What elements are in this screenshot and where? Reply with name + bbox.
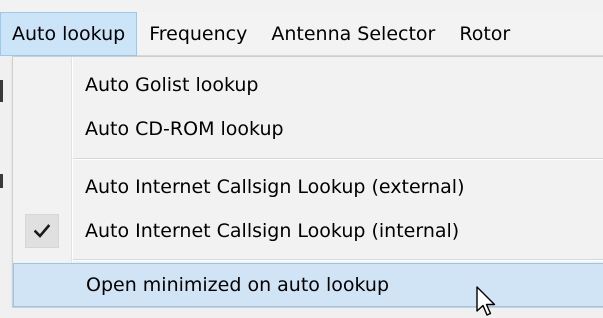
background-edge-mark bbox=[0, 80, 3, 102]
menu-rotor[interactable]: Rotor bbox=[447, 12, 522, 56]
menu-item-auto-cd-rom-lookup[interactable]: Auto CD-ROM lookup bbox=[13, 107, 603, 151]
menu-item-label: Open minimized on auto lookup bbox=[86, 274, 389, 296]
menu-item-auto-internet-callsign-lookup-internal[interactable]: Auto Internet Callsign Lookup (internal) bbox=[13, 209, 603, 253]
background-edge-mark bbox=[0, 174, 3, 188]
checked-indicator-box bbox=[25, 214, 59, 248]
menu-item-open-minimized-on-auto-lookup[interactable]: Open minimized on auto lookup bbox=[13, 263, 603, 307]
menu-frequency[interactable]: Frequency bbox=[137, 12, 259, 56]
menu-separator bbox=[73, 158, 603, 160]
menu-item-label: Auto Internet Callsign Lookup (internal) bbox=[85, 220, 460, 242]
menu-item-check-area bbox=[13, 165, 71, 209]
menu-bar: Auto lookup Frequency Antenna Selector R… bbox=[0, 12, 603, 56]
menu-item-check-area bbox=[14, 264, 72, 306]
checkmark-icon bbox=[34, 224, 50, 238]
menu-item-auto-internet-callsign-lookup-external[interactable]: Auto Internet Callsign Lookup (external) bbox=[13, 165, 603, 209]
menu-item-check-area bbox=[13, 209, 71, 253]
menu-item-label: Auto Golist lookup bbox=[85, 74, 259, 96]
menu-auto-lookup[interactable]: Auto lookup bbox=[0, 12, 138, 56]
window-top-edge bbox=[0, 0, 603, 12]
auto-lookup-dropdown-menu: Auto Golist lookup Auto CD-ROM lookup Au… bbox=[12, 56, 603, 308]
menu-item-label: Auto Internet Callsign Lookup (external) bbox=[85, 176, 465, 198]
menu-antenna-selector[interactable]: Antenna Selector bbox=[259, 12, 447, 56]
menu-item-label: Auto CD-ROM lookup bbox=[85, 118, 284, 140]
menu-separator bbox=[73, 259, 603, 261]
menu-item-auto-golist-lookup[interactable]: Auto Golist lookup bbox=[13, 63, 603, 107]
mouse-pointer-icon bbox=[476, 286, 496, 316]
menu-item-check-area bbox=[13, 107, 71, 151]
background-window-area bbox=[0, 308, 603, 318]
menu-item-check-area bbox=[13, 63, 71, 107]
